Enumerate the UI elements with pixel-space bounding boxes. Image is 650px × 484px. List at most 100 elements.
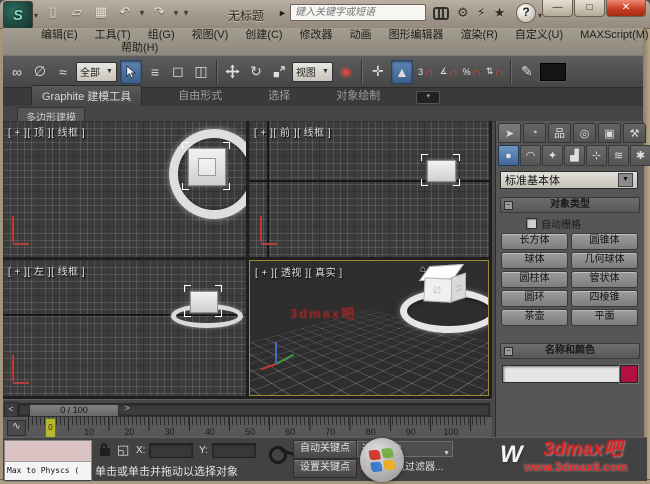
name-color-rollout[interactable]: – 名称和颜色 [500, 343, 640, 359]
minimize-button[interactable]: — [542, 0, 573, 17]
primitive-button[interactable]: 四棱锥 [571, 290, 638, 307]
category-cameras-icon[interactable]: ▟ [564, 145, 585, 166]
undo-icon[interactable]: ↶ [116, 4, 134, 20]
communication-center-icon[interactable]: ⚙ [457, 5, 469, 21]
autogrid-checkbox[interactable] [526, 218, 537, 229]
help-button[interactable]: ? [516, 3, 536, 23]
search-icon[interactable] [433, 7, 449, 20]
menu-item[interactable]: 自定义(U) [513, 29, 565, 42]
selection-lock-icon[interactable] [100, 443, 110, 456]
menu-item[interactable]: 组(G) [146, 29, 177, 42]
selection-region-icon[interactable]: ◻ [168, 61, 188, 83]
tab-modify-icon[interactable]: ◔ [523, 123, 546, 143]
ribbon-tab[interactable]: 选择 [258, 85, 300, 106]
collapse-icon[interactable]: – [504, 347, 513, 356]
viewport-top[interactable]: [ + ][ 顶 ][ 线框 ] [3, 121, 246, 257]
category-geometry-icon[interactable]: ● [498, 145, 519, 166]
window-crossing-icon[interactable]: ◫ [191, 61, 211, 83]
reference-coordinate-dropdown[interactable]: 视图 ▼ [291, 61, 333, 82]
set-keys-key-icon[interactable] [269, 446, 287, 464]
tab-motion-icon[interactable]: ◎ [573, 123, 596, 143]
x-coordinate-field[interactable] [149, 443, 193, 458]
primitive-button[interactable]: 管状体 [571, 271, 638, 288]
object-color-swatch[interactable] [620, 365, 638, 383]
unlink-selection-icon[interactable]: ∅ [30, 61, 50, 83]
ribbon-tab[interactable]: 自由形式 [168, 85, 232, 106]
dice-box-object[interactable]: 〼 ニ [416, 263, 472, 311]
snaps-toggle-3d-icon[interactable]: 3 ∩ [416, 61, 436, 83]
select-by-name-icon[interactable]: ≡ [145, 61, 165, 83]
primitive-button[interactable]: 圆柱体 [501, 271, 568, 288]
app-menu-arrow-icon[interactable]: ▾ [34, 11, 38, 20]
edit-named-selection-sets-icon[interactable]: ✎ [517, 61, 537, 83]
tab-utilities-icon[interactable]: ⚒ [623, 123, 646, 143]
select-object-button[interactable] [119, 59, 142, 84]
angle-snap-icon[interactable]: ∡ ∩ [439, 61, 459, 83]
primitive-button[interactable]: 圆锥体 [571, 233, 638, 250]
save-file-icon[interactable]: ▦ [92, 4, 110, 20]
time-slider-track[interactable]: 0 / 100 [18, 403, 490, 417]
primitive-button[interactable]: 几何球体 [571, 252, 638, 269]
ribbon-tab[interactable]: 对象绘制 [326, 85, 390, 106]
maximize-button[interactable]: □ [574, 0, 605, 17]
select-and-manipulate-icon[interactable]: ✛ [368, 61, 388, 83]
auto-key-button[interactable]: 自动关键点 [293, 440, 357, 459]
object-type-rollout[interactable]: – 对象类型 [500, 197, 640, 213]
viewport-perspective-label[interactable]: [ + ][ 透视 ][ 真实 ] [255, 264, 343, 279]
select-and-move-icon[interactable] [223, 61, 243, 83]
category-systems-icon[interactable]: ✱ [630, 145, 650, 166]
category-spacewarps-icon[interactable]: ≋ [608, 145, 629, 166]
category-helpers-icon[interactable]: ⊹ [586, 145, 607, 166]
viewport-left[interactable]: [ + ][ 左 ][ 线框 ] [3, 260, 246, 396]
named-selection-sets-field[interactable] [539, 62, 566, 81]
redo-icon[interactable]: ↷ [150, 4, 168, 20]
menu-item[interactable]: MAXScript(M) [578, 29, 650, 42]
y-coordinate-field[interactable] [212, 443, 256, 458]
primitive-button[interactable]: 长方体 [501, 233, 568, 250]
keyboard-override-toggle[interactable]: ▲ [390, 59, 413, 84]
time-ruler[interactable]: ∿ 10 20 30 40 50 60 70 80 90 100 0 [3, 416, 492, 439]
listener-macro-row[interactable] [5, 441, 91, 462]
primitive-button[interactable]: 球体 [501, 252, 568, 269]
time-back-arrow[interactable]: < [4, 402, 18, 417]
absolute-offset-mode-icon[interactable]: ◱ [117, 442, 129, 458]
redo-dropdown-icon[interactable]: ▾ [174, 8, 178, 17]
maxscript-mini-listener[interactable]: Max to Physcs ( [4, 440, 92, 482]
tab-hierarchy-icon[interactable]: 品 [548, 123, 571, 143]
viewport-front[interactable]: [ + ][ 前 ][ 线框 ] [249, 121, 489, 257]
select-and-scale-icon[interactable] [269, 61, 289, 83]
current-frame-marker[interactable]: 0 [45, 418, 56, 438]
primitive-button[interactable]: 圆环 [501, 290, 568, 307]
use-pivot-center-icon[interactable]: ◉ [336, 61, 356, 83]
undo-dropdown-icon[interactable]: ▾ [140, 8, 144, 17]
menu-item[interactable]: 工具(T) [93, 29, 133, 42]
close-button[interactable]: ✕ [606, 0, 646, 17]
menu-item[interactable]: 帮助(H) [119, 42, 160, 55]
primitive-button[interactable]: 平面 [571, 309, 638, 326]
viewport-top-label[interactable]: [ + ][ 顶 ][ 线框 ] [8, 124, 85, 139]
primitive-button[interactable]: 茶壶 [501, 309, 568, 326]
time-forward-arrow[interactable]: > [121, 402, 133, 415]
viewport-left-label[interactable]: [ + ][ 左 ][ 线框 ] [8, 263, 85, 278]
select-and-link-icon[interactable]: ∞ [7, 61, 27, 83]
ribbon-tab[interactable]: Graphite 建模工具 [31, 85, 143, 106]
menu-item[interactable]: 图形编辑器 [387, 29, 446, 42]
ribbon-minimize-icon[interactable]: ▾ [416, 91, 441, 104]
menu-item[interactable]: 编辑(E) [39, 29, 80, 42]
percent-snap-icon[interactable]: % ∩ [462, 61, 482, 83]
search-input[interactable] [290, 4, 426, 21]
menu-item[interactable]: 创建(C) [243, 29, 284, 42]
qat-options-icon[interactable]: ▾ [184, 8, 188, 17]
object-name-field[interactable] [502, 365, 620, 383]
menu-item[interactable]: 动画 [348, 29, 374, 42]
favorites-star-icon[interactable]: ★ [494, 5, 506, 21]
category-lights-icon[interactable]: ✦ [542, 145, 563, 166]
bind-to-spacewarp-icon[interactable]: ≈ [53, 61, 73, 83]
primitive-category-dropdown[interactable]: 标准基本体 ▼ [500, 171, 638, 189]
menu-item[interactable]: 修改器 [298, 29, 335, 42]
mini-curve-editor-icon[interactable]: ∿ [7, 420, 26, 436]
selection-filter-dropdown[interactable]: 全部 ▼ [76, 61, 117, 82]
spinner-snap-icon[interactable]: ⇅ ∩ [485, 61, 505, 83]
search-expand-icon[interactable]: ► [278, 8, 287, 18]
menu-item[interactable]: 渲染(R) [459, 29, 500, 42]
